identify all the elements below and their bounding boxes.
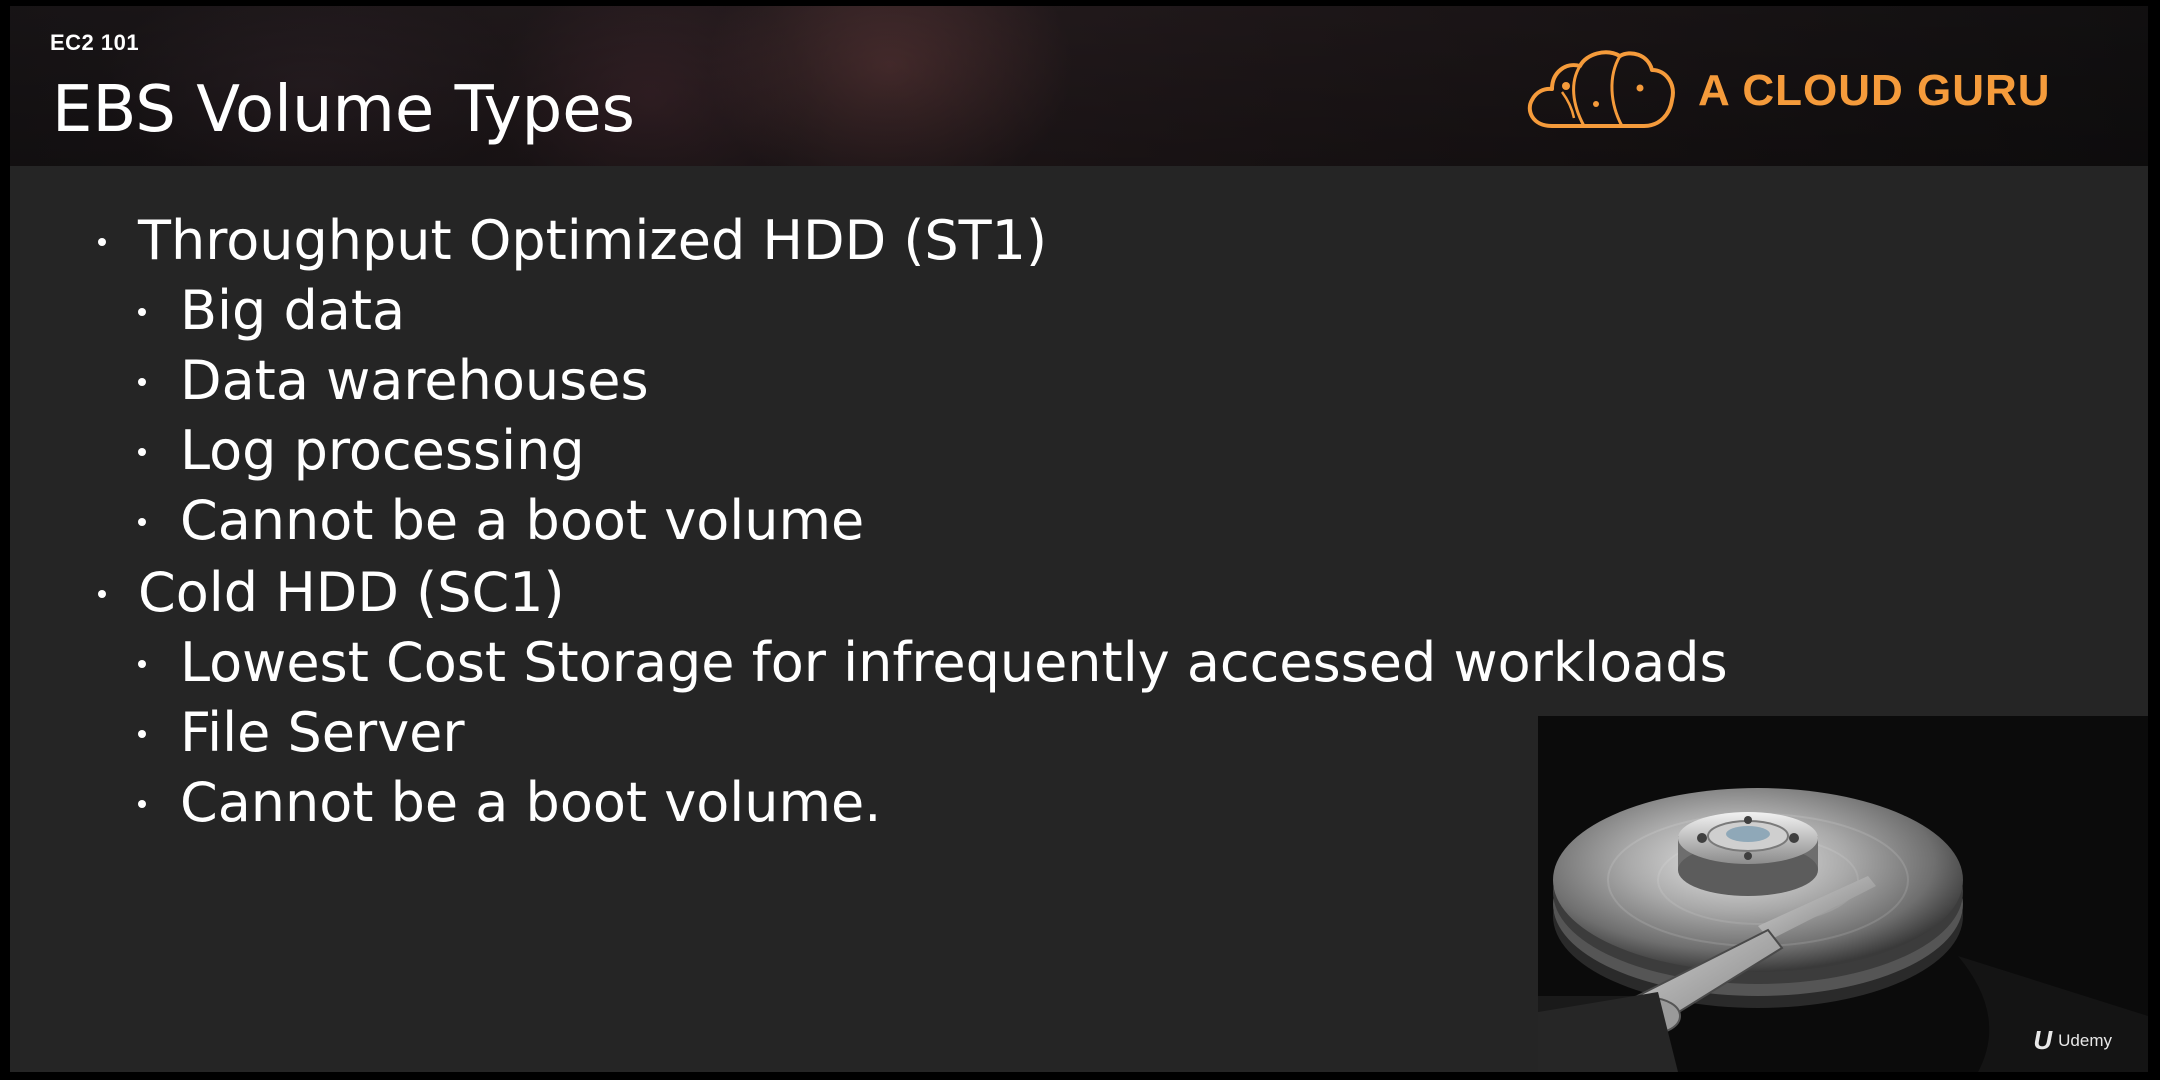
udemy-label: Udemy (2058, 1030, 2112, 1050)
video-frame: EC2 101 EBS Volume Types A CLOUD GURU Th… (0, 0, 2160, 1080)
bullet-dot-icon (98, 238, 106, 246)
list-item: Data warehouses (138, 346, 649, 416)
list-item-text: Data warehouses (180, 349, 649, 412)
list-item: Cold HDD (SC1) (98, 558, 565, 628)
list-item-text: Cannot be a boot volume (180, 489, 865, 552)
list-item: Throughput Optimized HDD (ST1) (98, 206, 1048, 276)
brand-name: A CLOUD GURU (1698, 66, 2051, 115)
slide-title: EBS Volume Types (52, 73, 635, 147)
cloud-logo-icon (1527, 50, 1675, 128)
bullet-dot-icon (138, 518, 146, 526)
section-label: EC2 101 (50, 30, 140, 55)
list-item-text: Lowest Cost Storage for infrequently acc… (180, 631, 1728, 694)
slide: EC2 101 EBS Volume Types A CLOUD GURU Th… (10, 6, 2148, 1072)
list-item: Big data (138, 276, 406, 346)
list-item-text: Log processing (180, 419, 585, 482)
list-item-text: Throughput Optimized HDD (ST1) (138, 209, 1048, 272)
list-item-text: Cold HDD (SC1) (138, 561, 565, 624)
list-item-text: File Server (180, 701, 465, 764)
bullet-dot-icon (98, 590, 106, 598)
bullet-dot-icon (138, 730, 146, 738)
bullet-dot-icon (138, 308, 146, 316)
bullet-dot-icon (138, 448, 146, 456)
bullet-dot-icon (138, 378, 146, 386)
list-item-text: Cannot be a boot volume. (180, 771, 882, 834)
hard-drive-illustration (1538, 716, 2148, 1072)
brand-logo: A CLOUD GURU (1522, 46, 2051, 136)
udemy-logo-icon: U (2033, 1025, 2053, 1055)
list-item: Cannot be a boot volume. (138, 768, 882, 838)
hard-drive-photo: U Udemy (1538, 716, 2148, 1072)
bullet-dot-icon (138, 800, 146, 808)
bullet-dot-icon (138, 660, 146, 668)
list-item: Lowest Cost Storage for infrequently acc… (138, 628, 1728, 698)
slide-header: EC2 101 EBS Volume Types A CLOUD GURU (10, 6, 2148, 166)
udemy-watermark: U Udemy (2033, 1025, 2112, 1056)
list-item: File Server (138, 698, 465, 768)
list-item-text: Big data (180, 279, 406, 342)
list-item: Log processing (138, 416, 585, 486)
list-item: Cannot be a boot volume (138, 486, 865, 556)
